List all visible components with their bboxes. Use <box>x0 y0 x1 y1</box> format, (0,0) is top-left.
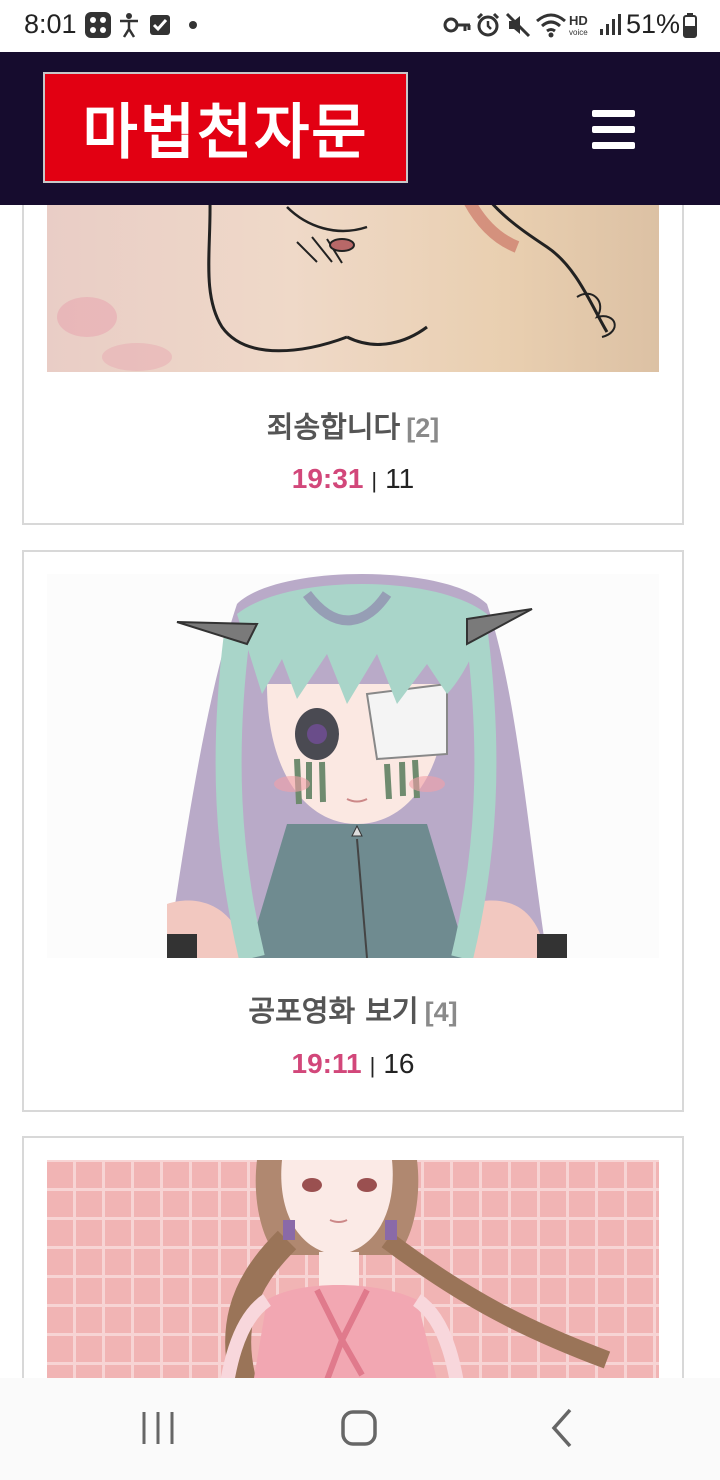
recent-apps-icon[interactable] <box>128 1400 188 1456</box>
svg-text:HD: HD <box>569 13 588 28</box>
post-time: 19:11 <box>291 1048 362 1079</box>
site-header: 마법천자문 <box>0 52 720 205</box>
status-time: 8:01 <box>24 9 77 39</box>
key-icon <box>443 17 471 33</box>
post-thumbnail[interactable] <box>47 205 659 372</box>
view-count: 11 <box>385 463 415 494</box>
post-list: 죄송합니다 [2] 19:31 | 11 공포영화 보기 [4] 19:11 |… <box>0 205 720 1378</box>
post-card[interactable]: 죄송합니다 [2] 19:31 | 11 <box>22 205 684 525</box>
status-bar: 8:01 HD voice 51% <box>0 0 720 52</box>
post-card[interactable]: 공포영화 보기 [4] 19:11 | 16 <box>22 550 684 1112</box>
meta-separator: | <box>369 1053 376 1078</box>
dot-icon <box>189 21 197 29</box>
hamburger-menu-icon[interactable] <box>589 110 637 150</box>
svg-text:voice: voice <box>569 28 588 37</box>
post-meta: 19:11 | 16 <box>24 1048 682 1080</box>
battery-percent: 51% <box>626 9 681 39</box>
checkbox-icon <box>150 15 170 35</box>
comment-count: [4] <box>424 997 458 1027</box>
sketch-illustration <box>57 205 616 371</box>
back-icon[interactable] <box>532 1400 592 1456</box>
post-time: 19:31 <box>291 463 364 494</box>
post-title-row[interactable]: 공포영화 보기 [4] <box>24 988 682 1030</box>
gallery-app-icon <box>85 12 111 38</box>
post-meta: 19:31 | 11 <box>24 463 682 495</box>
battery-icon <box>683 13 697 38</box>
view-count: 16 <box>383 1048 415 1079</box>
anime-character-illustration <box>167 574 567 958</box>
alarm-icon <box>476 12 500 37</box>
logo-text: 마법천자문 <box>82 98 369 168</box>
post-card[interactable] <box>22 1136 684 1378</box>
system-nav-bar <box>0 1378 720 1480</box>
signal-icon <box>600 14 621 35</box>
wifi-icon <box>536 13 566 38</box>
home-icon[interactable] <box>329 1400 389 1456</box>
hd-voice-icon: HD voice <box>569 13 588 37</box>
post-title-row[interactable]: 죄송합니다 [2] <box>24 404 682 446</box>
site-logo[interactable]: 마법천자문 <box>43 72 408 183</box>
post-thumbnail[interactable] <box>47 1160 659 1378</box>
comment-count: [2] <box>406 413 440 443</box>
post-thumbnail[interactable] <box>47 574 659 958</box>
mute-icon <box>505 12 531 38</box>
anime-girl-illustration <box>220 1160 611 1378</box>
post-title[interactable]: 죄송합니다 <box>267 410 400 444</box>
meta-separator: | <box>371 468 378 493</box>
post-title[interactable]: 공포영화 보기 <box>248 994 418 1028</box>
accessibility-icon <box>120 13 138 38</box>
